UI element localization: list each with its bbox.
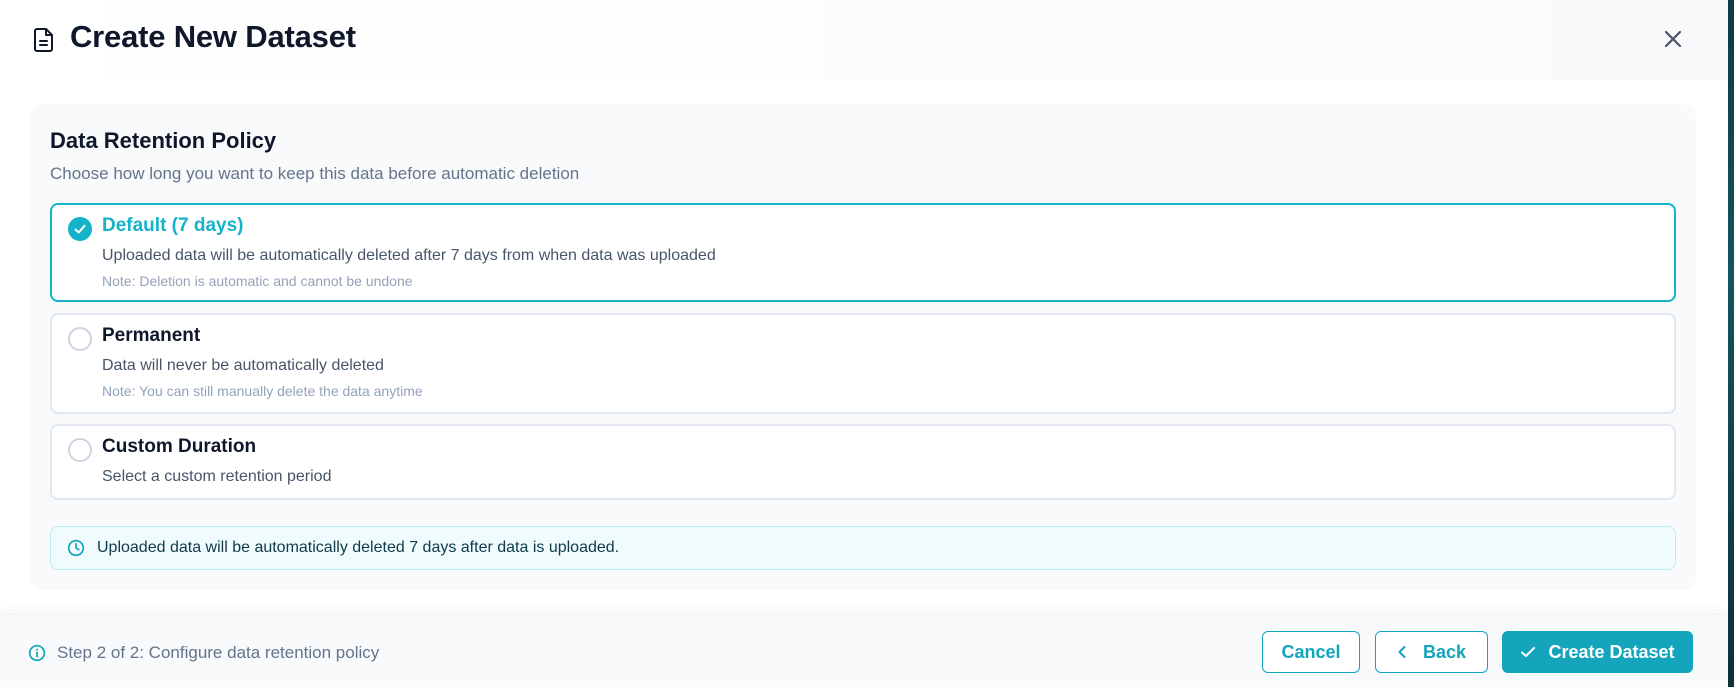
radio-selected[interactable]	[68, 217, 92, 241]
close-button[interactable]	[1660, 26, 1686, 52]
option-description: Select a custom retention period	[102, 468, 332, 485]
modal-footer: Step 2 of 2: Configure data retention po…	[0, 614, 1728, 687]
background-edge	[1728, 0, 1734, 687]
section-title: Data Retention Policy	[50, 128, 277, 153]
radio-unselected[interactable]	[68, 438, 92, 462]
section-subtitle: Choose how long you want to keep this da…	[50, 164, 580, 183]
cancel-button[interactable]: Cancel	[1262, 631, 1360, 673]
check-icon	[74, 224, 86, 234]
check-icon	[1521, 647, 1536, 657]
option-title: Default (7 days)	[102, 215, 244, 236]
option-note: Note: Deletion is automatic and cannot b…	[102, 273, 413, 289]
option-permanent[interactable]: Permanent Data will never be automatical…	[50, 313, 1676, 414]
option-default[interactable]: Default (7 days) Uploaded data will be a…	[50, 203, 1676, 302]
info-circle-icon	[28, 644, 46, 662]
cancel-button-label: Cancel	[1281, 641, 1341, 662]
option-title: Custom Duration	[102, 436, 257, 457]
create-dataset-label: Create Dataset	[1548, 641, 1675, 662]
modal-title: Create New Dataset	[70, 19, 356, 54]
create-dataset-button[interactable]: Create Dataset	[1502, 631, 1693, 673]
clock-icon	[67, 539, 85, 557]
back-button[interactable]: Back	[1375, 631, 1488, 673]
option-description: Uploaded data will be automatically dele…	[102, 247, 716, 264]
document-icon	[34, 28, 53, 52]
back-button-label: Back	[1422, 641, 1467, 662]
retention-info-text: Uploaded data will be automatically dele…	[97, 539, 620, 556]
radio-unselected[interactable]	[68, 327, 92, 351]
modal-header: Create New Dataset	[0, 0, 1728, 80]
option-note: Note: You can still manually delete the …	[102, 383, 423, 399]
option-description: Data will never be automatically deleted	[102, 357, 384, 374]
close-icon	[1664, 30, 1682, 48]
option-custom-duration[interactable]: Custom Duration Select a custom retentio…	[50, 424, 1676, 500]
create-dataset-modal: Create New Dataset Data Retention Policy…	[0, 0, 1728, 687]
retention-info-box: Uploaded data will be automatically dele…	[50, 526, 1676, 570]
option-title: Permanent	[102, 325, 201, 346]
chevron-left-icon	[1398, 646, 1406, 658]
step-indicator: Step 2 of 2: Configure data retention po…	[57, 643, 380, 662]
